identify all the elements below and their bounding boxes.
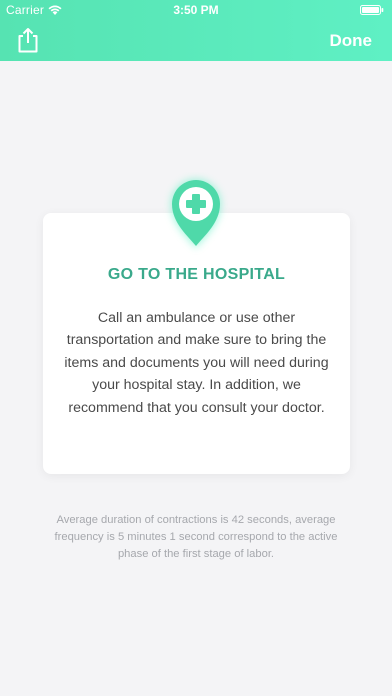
card-description: Call an ambulance or use other transport…	[64, 310, 329, 416]
hospital-pin-icon	[171, 179, 221, 248]
status-time: 3:50 PM	[173, 3, 219, 17]
contraction-summary: Average duration of contractions is 42 s…	[54, 514, 338, 560]
top-bar: Carrier 3:50 PM Done	[0, 0, 392, 61]
battery-icon	[360, 5, 384, 15]
share-icon[interactable]	[14, 26, 42, 54]
status-bar: Carrier 3:50 PM	[0, 0, 392, 20]
card-title: GO TO THE HOSPITAL	[107, 266, 286, 283]
done-button[interactable]: Done	[330, 31, 373, 51]
